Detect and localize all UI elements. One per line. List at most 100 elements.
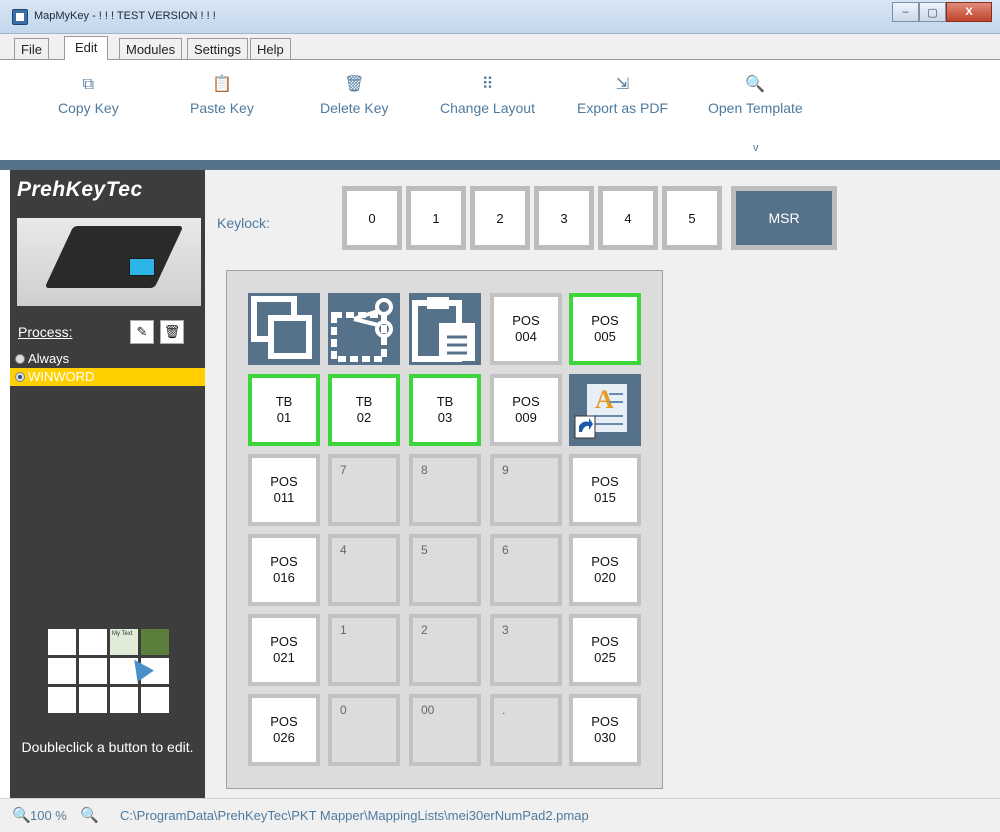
expand-toolbar-chevron[interactable]: v [753, 142, 759, 154]
trash-icon: 🗑 [344, 76, 365, 93]
msr-button[interactable]: MSR [731, 186, 837, 250]
process-option-winword[interactable]: WINWORD [10, 368, 205, 386]
key-label-line1: POS [512, 394, 540, 409]
keylock-1-button[interactable]: 1 [406, 186, 466, 250]
key-empty[interactable]: 3 [490, 614, 562, 686]
edit-hint: Doubleclick a button to edit. [21, 739, 194, 755]
process-label[interactable]: Process: [18, 324, 72, 340]
keyboard-device-graphic [44, 226, 184, 288]
menu-help[interactable]: Help [250, 38, 291, 60]
minimize-button[interactable]: – [892, 2, 919, 22]
key-mapped[interactable]: POS 004 [490, 293, 562, 365]
export-pdf-button[interactable]: ⇲ Export as PDF [577, 76, 668, 116]
key-empty[interactable]: 5 [409, 534, 481, 606]
maximize-button[interactable]: ▢ [919, 2, 946, 22]
mini-key [110, 687, 138, 713]
menu-file[interactable]: File [14, 38, 49, 60]
key-mapped[interactable]: POS 020 [569, 534, 641, 606]
key-mapped[interactable]: POS 015 [569, 454, 641, 526]
delete-key-button[interactable]: 🗑 Delete Key [320, 76, 388, 116]
copy-icon: ⧉ [82, 76, 95, 93]
key-word-shortcut-icon[interactable]: A [569, 374, 641, 446]
paste-icon [409, 293, 481, 365]
key-label-line2: 025 [594, 650, 616, 665]
change-layout-button[interactable]: ⠿ Change Layout [440, 76, 535, 116]
zoom-in-icon[interactable]: 🔍 [80, 806, 99, 824]
key-label-line2: 03 [437, 410, 453, 425]
key-default-label: 5 [421, 543, 428, 557]
menu-settings[interactable]: Settings [187, 38, 248, 60]
keylock-4-button[interactable]: 4 [598, 186, 658, 250]
key-label-line2: 021 [273, 650, 295, 665]
device-highlight-key [129, 258, 155, 276]
open-template-button[interactable]: 🔍 Open Template [708, 76, 803, 116]
key-mapped[interactable]: POS 011 [248, 454, 320, 526]
status-bar: 🔍 100 % 🔍 C:\ProgramData\PrehKeyTec\PKT … [0, 798, 1000, 832]
keylock-5-button[interactable]: 5 [662, 186, 722, 250]
zoom-out-icon[interactable]: 🔍 [12, 806, 31, 824]
key-empty[interactable]: 1 [328, 614, 400, 686]
mini-key-image [141, 629, 169, 655]
key-empty[interactable]: 7 [328, 454, 400, 526]
edit-process-button[interactable]: ✎ [130, 320, 154, 344]
key-default-label: 0 [340, 703, 347, 717]
key-label-line1: POS [270, 634, 298, 649]
device-image [17, 218, 201, 306]
key-empty[interactable]: 4 [328, 534, 400, 606]
mini-key [48, 658, 76, 684]
key-empty[interactable]: 6 [490, 534, 562, 606]
key-label-line2: 011 [273, 490, 295, 505]
paste-key-button[interactable]: 📋 Paste Key [190, 76, 254, 116]
key-default-label: 9 [502, 463, 509, 477]
key-mapped[interactable]: TB 02 [328, 374, 400, 446]
key-label-line2: 01 [276, 410, 292, 425]
key-copy-icon[interactable] [248, 293, 320, 365]
main-panel: Keylock: 0 1 2 3 4 5 MSR POS 004 POS 005 TB 0… [205, 170, 1000, 798]
key-empty[interactable]: 9 [490, 454, 562, 526]
mini-key [48, 629, 76, 655]
menu-modules[interactable]: Modules [119, 38, 183, 60]
keylock-3-button[interactable]: 3 [534, 186, 594, 250]
key-empty[interactable]: 2 [409, 614, 481, 686]
mini-key [141, 687, 169, 713]
key-label-line1: TB [436, 394, 454, 409]
key-label-line2: 030 [594, 730, 616, 745]
key-empty[interactable]: 0 [328, 694, 400, 766]
delete-process-button[interactable]: 🗑 [160, 320, 184, 344]
key-mapped[interactable]: POS 026 [248, 694, 320, 766]
keypad-grid: POS 004 POS 005 TB 01 TB 02 TB 03 POS 009 A POS 011 7 8 9… [226, 270, 663, 789]
key-mapped[interactable]: POS 009 [490, 374, 562, 446]
delete-key-label: Delete Key [320, 100, 389, 116]
mini-key [79, 687, 107, 713]
process-option-always[interactable]: Always [10, 350, 205, 368]
key-mapped[interactable]: TB 03 [409, 374, 481, 446]
key-cut-icon[interactable] [328, 293, 400, 365]
key-mapped[interactable]: POS 005 [569, 293, 641, 365]
copy-key-button[interactable]: ⧉ Copy Key [58, 76, 119, 116]
key-mapped[interactable]: POS 030 [569, 694, 641, 766]
key-mapped[interactable]: TB 01 [248, 374, 320, 446]
key-default-label: 8 [421, 463, 428, 477]
key-label-line2: 02 [356, 410, 372, 425]
key-empty[interactable]: 00 [409, 694, 481, 766]
key-default-label: 00 [421, 703, 435, 717]
key-mapped[interactable]: POS 016 [248, 534, 320, 606]
menu-bar: File Edit Modules Settings Help [0, 34, 1000, 60]
key-mapped[interactable]: POS 021 [248, 614, 320, 686]
key-label-line2: 005 [594, 329, 616, 344]
key-mapped[interactable]: POS 025 [569, 614, 641, 686]
key-empty[interactable]: . [490, 694, 562, 766]
key-label-line2: 026 [273, 730, 295, 745]
mini-key-text: My Text [110, 629, 138, 655]
key-label-line1: POS [591, 474, 619, 489]
file-path: C:\ProgramData\PrehKeyTec\PKT Mapper\Map… [120, 808, 589, 823]
keylock-2-button[interactable]: 2 [470, 186, 530, 250]
mini-key [79, 629, 107, 655]
key-label-line2: 020 [594, 570, 616, 585]
key-empty[interactable]: 8 [409, 454, 481, 526]
process-row: Process: ✎ 🗑 [18, 320, 200, 346]
keylock-0-button[interactable]: 0 [342, 186, 402, 250]
key-paste-icon[interactable] [409, 293, 481, 365]
menu-edit[interactable]: Edit [64, 36, 109, 60]
close-button[interactable]: X [946, 2, 992, 22]
